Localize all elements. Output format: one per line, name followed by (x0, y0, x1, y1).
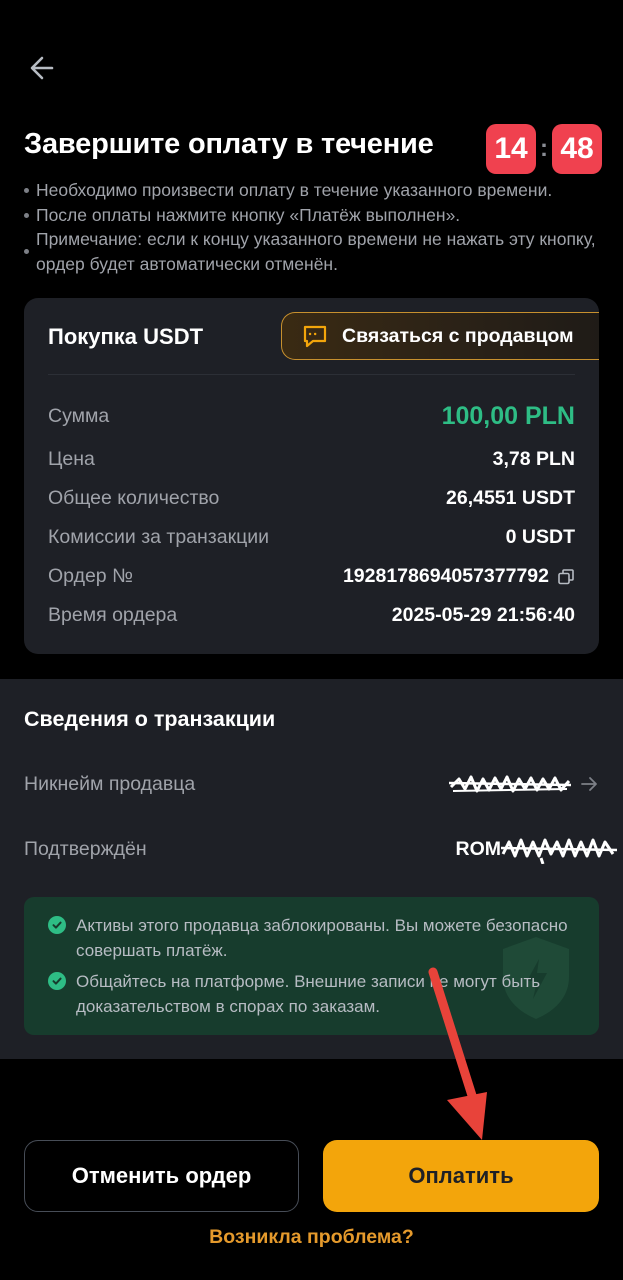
order-card: Покупка USDT Связаться с продавцом Сумма… (24, 298, 599, 654)
note-item: Необходимо произвести оплату в течение у… (24, 178, 604, 203)
confirmed-value: ROM (456, 834, 620, 864)
order-number-text: 1928178694057377792 (342, 565, 549, 587)
quantity-value: 26,4551 USDT (446, 487, 575, 509)
note-item: После оплаты нажмите кнопку «Платёж выпо… (24, 203, 604, 228)
seller-protection-notice: Активы этого продавца заблокированы. Вы … (24, 897, 599, 1035)
order-number-value[interactable]: 1928178694057377792 (343, 565, 575, 588)
bullet-icon (24, 188, 29, 193)
fee-label: Комиссии за транзакции (48, 526, 270, 548)
redacted-scribble (449, 775, 572, 793)
timer-seconds: 48 (552, 124, 602, 174)
order-time-row: Время ордера 2025-05-29 21:56:40 (48, 604, 575, 627)
order-time-label: Время ордера (48, 604, 178, 626)
quantity-row: Общее количество 26,4551 USDT (48, 487, 575, 510)
check-circle-icon (48, 972, 66, 990)
cancel-order-button[interactable]: Отменить ордер (24, 1140, 299, 1212)
timer-separator: : (540, 135, 548, 162)
price-label: Цена (48, 448, 95, 470)
countdown-timer: 14 : 48 (486, 124, 602, 174)
chat-icon (303, 325, 327, 348)
check-circle-icon (48, 916, 66, 934)
confirmed-label: Подтверждён (24, 837, 147, 860)
pay-button[interactable]: Оплатить (323, 1140, 599, 1212)
copy-icon[interactable] (557, 568, 575, 586)
redacted-scribble (501, 838, 618, 864)
notice-line: Общайтесь на платформе. Внешние записи н… (48, 969, 568, 1019)
amount-row: Сумма 100,00 PLN (48, 402, 575, 431)
notice-text: Общайтесь на платформе. Внешние записи н… (76, 972, 541, 1016)
problem-link[interactable]: Возникла проблема? (0, 1226, 623, 1249)
seller-nickname-row[interactable]: Никнейм продавца (24, 771, 599, 797)
chevron-right-icon (581, 777, 597, 791)
bullet-icon (24, 249, 29, 254)
price-value: 3,78 PLN (492, 448, 575, 470)
timer-minutes: 14 (486, 124, 536, 174)
transaction-details: Сведения о транзакции Никнейм продавца П… (0, 679, 623, 1059)
note-text: Необходимо произвести оплату в течение у… (36, 180, 553, 200)
confirmed-row: Подтверждён ROM (24, 834, 618, 864)
divider (48, 374, 575, 375)
fee-value: 0 USDT (505, 526, 575, 548)
order-number-row: Ордер № 1928178694057377792 (48, 565, 575, 588)
amount-label: Сумма (48, 405, 110, 427)
amount-value: 100,00 PLN (441, 402, 575, 430)
contact-seller-label: Связаться с продавцом (342, 324, 574, 347)
notice-text: Активы этого продавца заблокированы. Вы … (76, 916, 568, 960)
seller-nickname-label: Никнейм продавца (24, 772, 196, 795)
bullet-icon (24, 212, 29, 218)
note-text: Примечание: если к концу указанного врем… (36, 229, 596, 274)
note-item: Примечание: если к концу указанного врем… (24, 227, 604, 276)
back-button[interactable] (24, 50, 60, 86)
order-number-label: Ордер № (48, 565, 133, 587)
order-card-title: Покупка USDT (48, 324, 204, 349)
fee-row: Комиссии за транзакции 0 USDT (48, 526, 575, 549)
arrow-left-icon (30, 56, 54, 80)
price-row: Цена 3,78 PLN (48, 448, 575, 471)
quantity-label: Общее количество (48, 487, 220, 509)
contact-seller-button[interactable]: Связаться с продавцом (281, 312, 599, 360)
confirmed-name-text: ROM (455, 837, 502, 860)
notice-line: Активы этого продавца заблокированы. Вы … (48, 913, 568, 963)
note-text: После оплаты нажмите кнопку «Платёж выпо… (36, 204, 461, 225)
transaction-details-title: Сведения о транзакции (24, 707, 276, 731)
payment-notes: Необходимо произвести оплату в течение у… (24, 178, 604, 276)
page-title: Завершите оплату в течение (24, 128, 434, 160)
seller-nickname-value (449, 771, 599, 797)
order-time-value: 2025-05-29 21:56:40 (391, 604, 575, 626)
